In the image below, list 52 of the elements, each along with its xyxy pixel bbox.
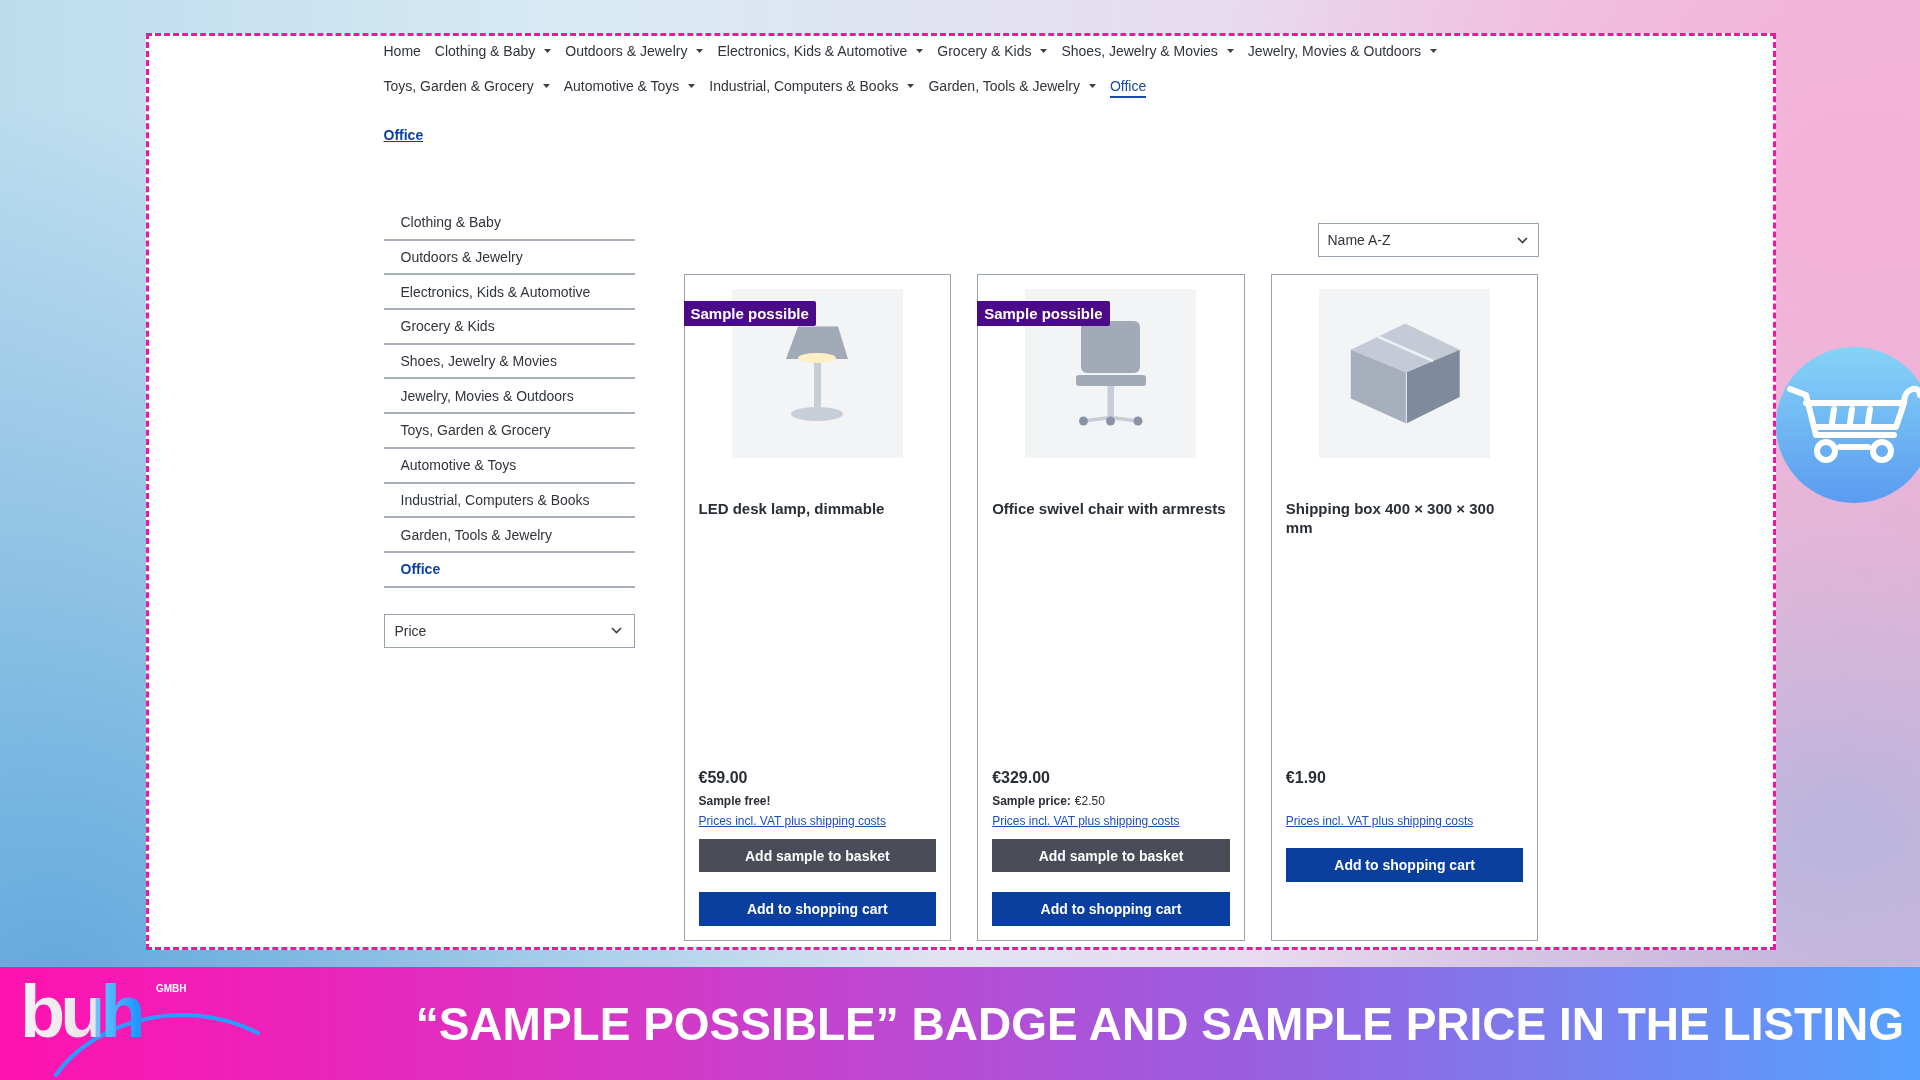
category-link[interactable]: Office	[383, 552, 635, 588]
nav-link[interactable]: Jewelry, Movies & Outdoors	[1247, 39, 1438, 63]
add-to-cart-button[interactable]: Add to shopping cart	[698, 892, 937, 926]
nav-link[interactable]: Automotive & Toys	[563, 74, 696, 98]
category-link[interactable]: Electronics, Kids & Automotive	[383, 275, 635, 311]
category-link[interactable]: Industrial, Computers & Books	[383, 483, 635, 519]
nav-link[interactable]: Clothing & Baby	[434, 39, 552, 63]
category-link[interactable]: Toys, Garden & Grocery	[383, 414, 635, 449]
logo-suffix: GMBH	[156, 983, 187, 994]
nav-link[interactable]: Electronics, Kids & Automotive	[717, 39, 924, 63]
price-note-link[interactable]: Prices incl. VAT plus shipping costs	[1285, 813, 1474, 829]
add-sample-button[interactable]: Add sample to basket	[992, 839, 1230, 872]
price-note-link[interactable]: Prices incl. VAT plus shipping costs	[992, 813, 1180, 829]
nav-link[interactable]: Grocery & Kids	[937, 39, 1048, 63]
product-price: €329.00	[992, 768, 1051, 788]
sample-price-label: Sample free!	[698, 793, 771, 809]
category-link[interactable]: Outdoors & Jewelry	[383, 240, 635, 276]
category-link[interactable]: Jewelry, Movies & Outdoors	[383, 379, 635, 415]
product-price: €1.90	[1285, 768, 1327, 788]
nav-link[interactable]: Shoes, Jewelry & Movies	[1061, 39, 1234, 63]
category-link[interactable]: Grocery & Kids	[383, 310, 635, 345]
sample-badge: Sample possible	[683, 301, 816, 326]
nav-link[interactable]: Outdoors & Jewelry	[565, 39, 704, 63]
banner-caption: “SAMPLE POSSIBLE” BADGE AND SAMPLE PRICE IN THE LISTING	[415, 997, 1904, 1050]
product-price: €59.00	[698, 768, 749, 788]
add-sample-button[interactable]: Add sample to basket	[698, 839, 937, 872]
sample-badge: Sample possible	[977, 301, 1110, 326]
nav-link[interactable]: Home	[383, 39, 421, 63]
category-link[interactable]: Automotive & Toys	[383, 448, 635, 484]
lamp-icon	[786, 326, 849, 421]
sample-price: €2.50	[1074, 793, 1105, 809]
nav-link[interactable]: Toys, Garden & Grocery	[383, 74, 550, 98]
chevron-icon	[1516, 236, 1528, 244]
product-title: Office swivel chair with armrests	[992, 499, 1227, 519]
box-icon	[1349, 323, 1460, 424]
category-link[interactable]: Garden, Tools & Jewelry	[383, 518, 635, 553]
sort-select[interactable]: Name A-Z	[1317, 223, 1539, 257]
nav-link[interactable]: Garden, Tools & Jewelry	[928, 74, 1096, 98]
chevron-icon	[610, 627, 622, 635]
breadcrumb-link[interactable]: Office	[383, 127, 424, 144]
office-chair-icon	[1076, 321, 1146, 426]
category-link[interactable]: Shoes, Jewelry & Movies	[383, 344, 635, 380]
nav-link[interactable]: Office	[1109, 74, 1147, 98]
nav-link[interactable]: Industrial, Computers & Books	[709, 74, 915, 98]
add-to-cart-button[interactable]: Add to shopping cart	[1285, 848, 1524, 882]
add-to-cart-button[interactable]: Add to shopping cart	[992, 892, 1230, 926]
product-title: LED desk lamp, dimmable	[698, 499, 886, 519]
price-filter-select[interactable]: Price	[383, 613, 635, 648]
product-title: Shipping box 400 × 300 × 300 mm	[1285, 499, 1496, 538]
sample-price-label: Sample price:	[992, 793, 1071, 809]
price-note-link[interactable]: Prices incl. VAT plus shipping costs	[698, 813, 886, 829]
category-link[interactable]: Clothing & Baby	[383, 206, 635, 241]
